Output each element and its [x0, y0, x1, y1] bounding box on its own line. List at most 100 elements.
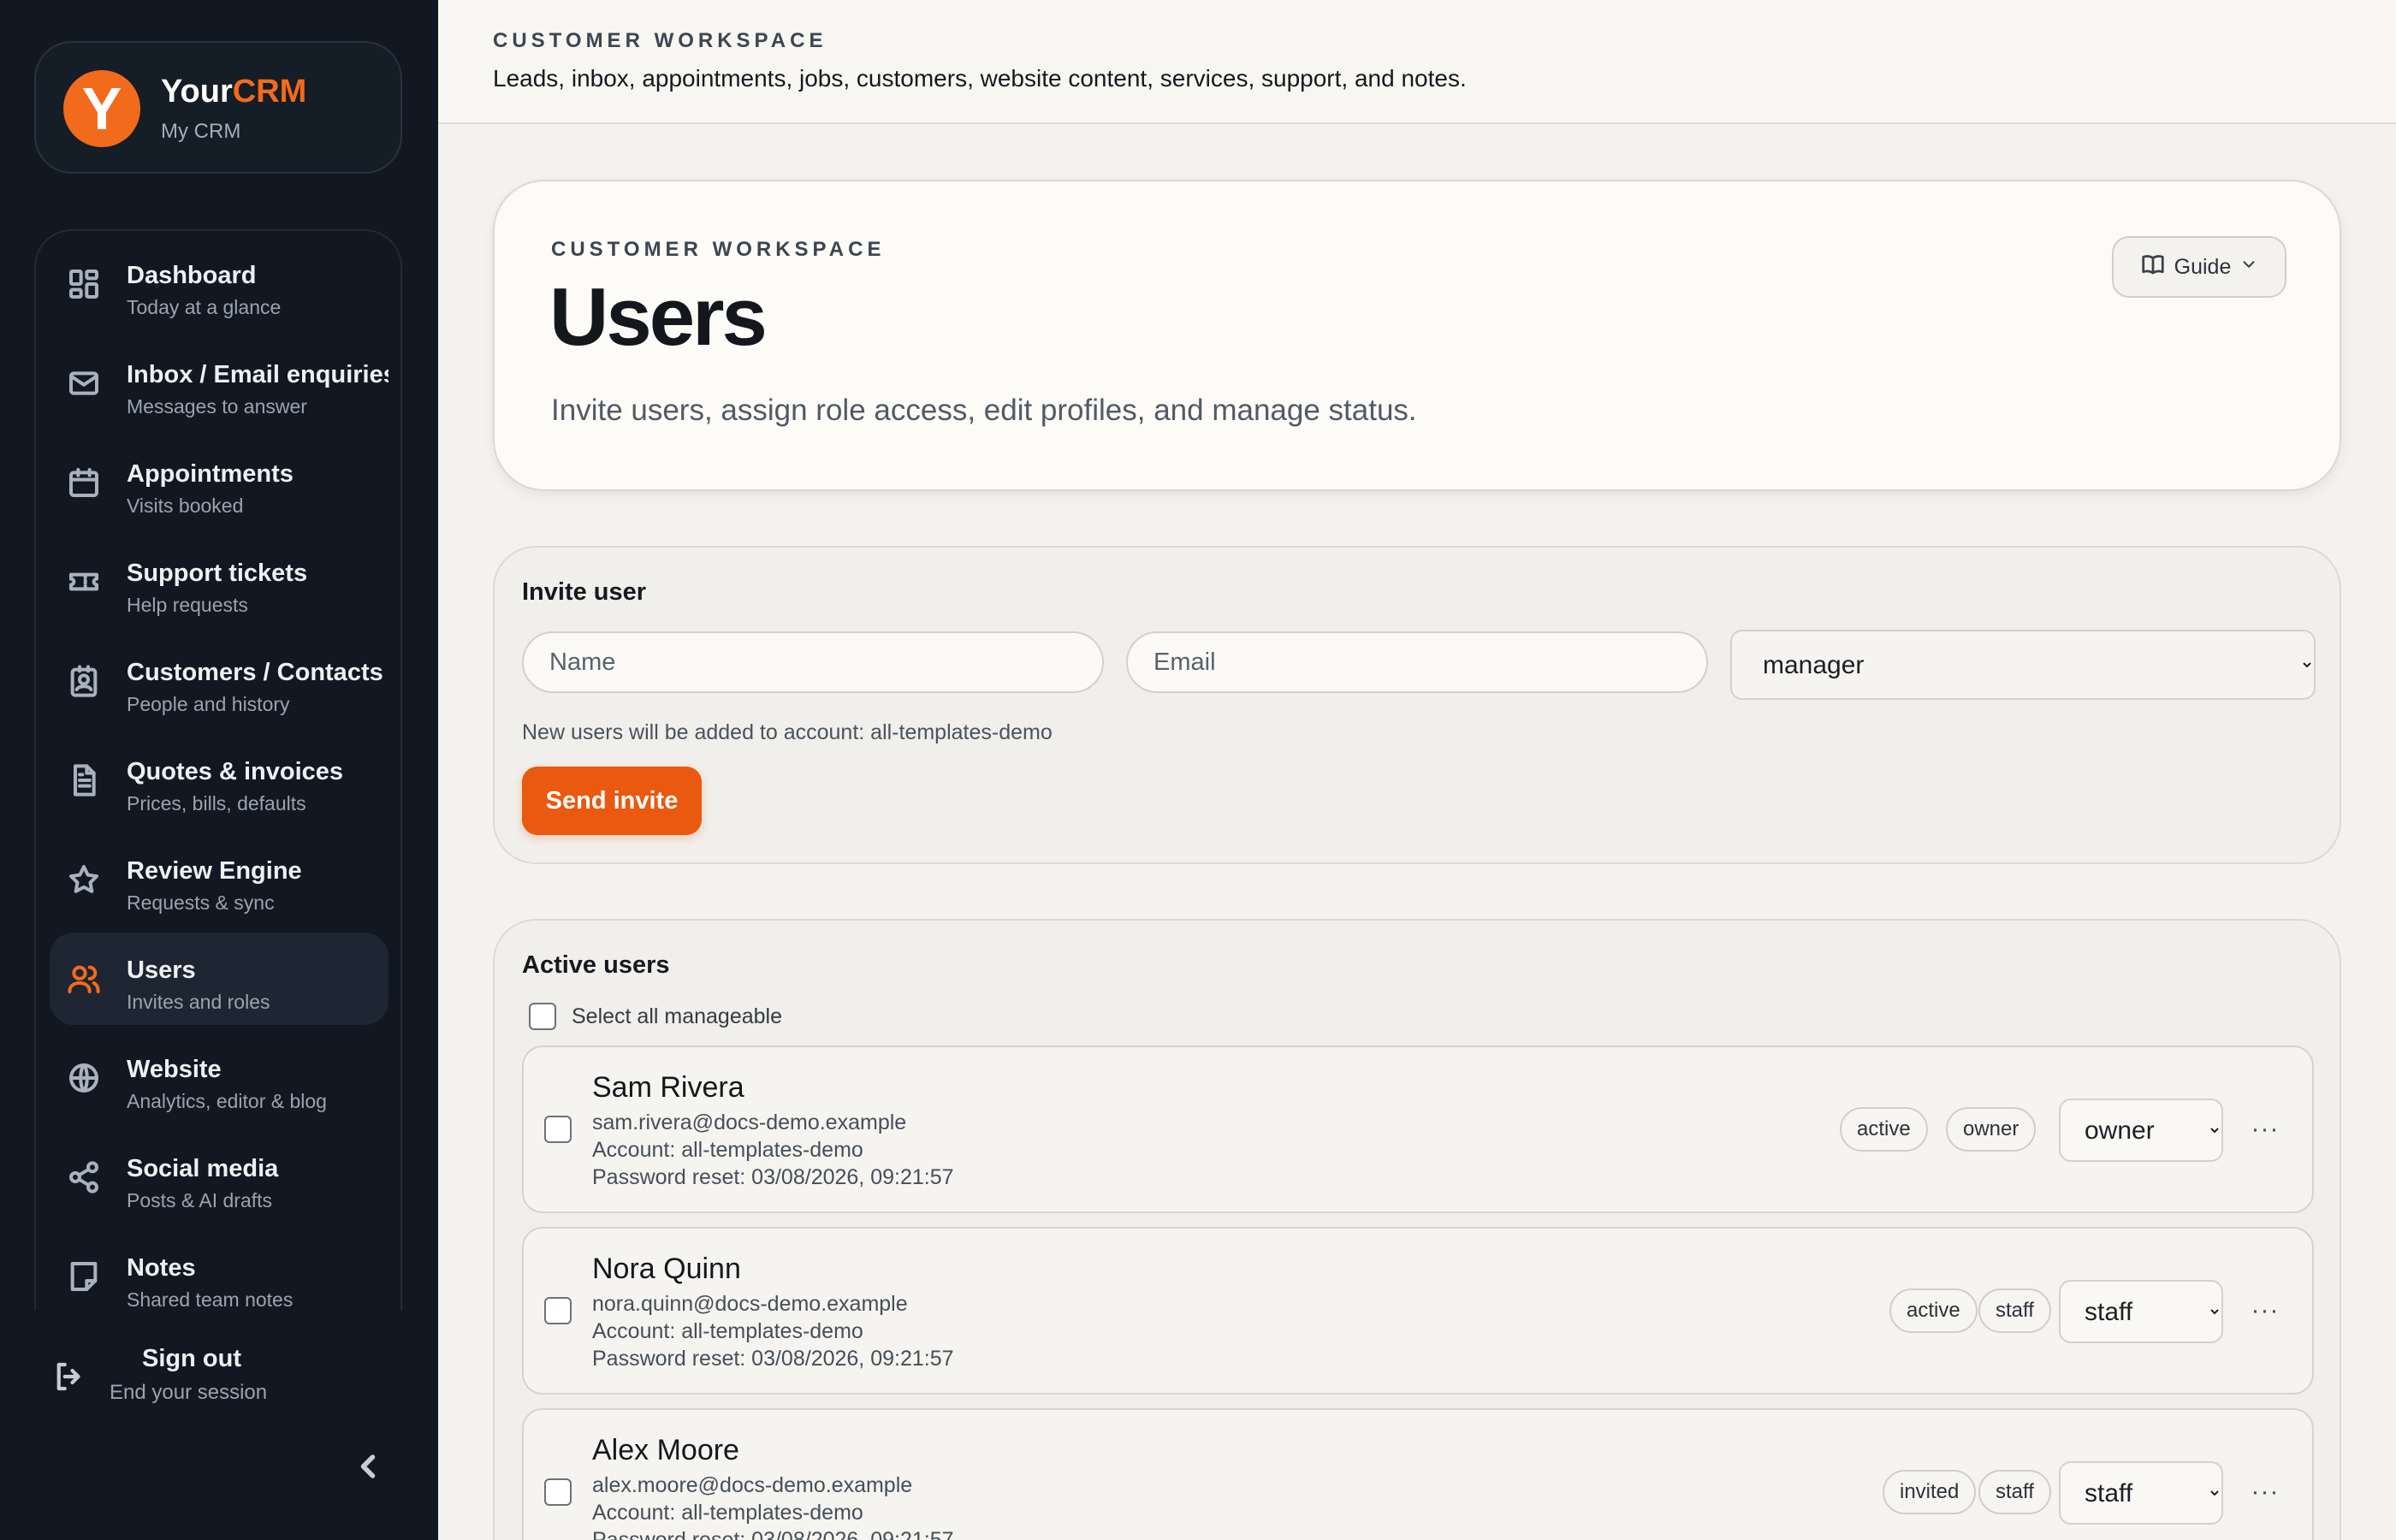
brand-subtitle: My CRM: [161, 120, 241, 143]
sidebar-item-sub: People and history: [127, 693, 290, 715]
note-icon: [67, 1259, 101, 1294]
sidebar-item-quotes[interactable]: Quotes & invoices Prices, bills, default…: [50, 734, 388, 826]
sidebar-item-customers[interactable]: Customers / Contacts People and history: [50, 635, 388, 727]
role-badge: staff: [1978, 1288, 2051, 1333]
status-badge: active: [1840, 1107, 1928, 1152]
user-row-checkbox[interactable]: [544, 1478, 572, 1506]
sidebar-item-label: Quotes & invoices: [127, 758, 344, 785]
select-all-control[interactable]: Select all manageable: [529, 1003, 782, 1030]
sidebar-nav: Dashboard Today at a glance Inbox / Emai…: [34, 229, 402, 1311]
sidebar-item-label: Dashboard: [127, 262, 257, 289]
page-description: Invite users, assign role access, edit p…: [551, 394, 1417, 427]
sidebar-item-label: Website: [127, 1056, 222, 1083]
user-account: Account: all-templates-demo: [592, 1319, 863, 1343]
invite-role-select[interactable]: manager: [1730, 630, 2316, 700]
user-row-checkbox[interactable]: [544, 1297, 572, 1324]
send-invite-button[interactable]: Send invite: [522, 767, 702, 835]
user-email: alex.moore@docs-demo.example: [592, 1473, 913, 1497]
sidebar: Y YourCRM My CRM Dashboard Today at a gl…: [0, 0, 438, 1540]
select-all-label: Select all manageable: [572, 1004, 782, 1028]
header-eyebrow: CUSTOMER WORKSPACE: [493, 29, 827, 52]
active-users-title: Active users: [522, 951, 670, 979]
sidebar-item-inbox[interactable]: Inbox / Email enquiries Messages to answ…: [50, 337, 388, 429]
user-row: Sam Rivera sam.rivera@docs-demo.example …: [522, 1045, 2314, 1213]
sidebar-item-sub: Requests & sync: [127, 891, 275, 914]
sidebar-item-sub: Visits booked: [127, 495, 244, 517]
sidebar-item-users[interactable]: Users Invites and roles: [50, 933, 388, 1025]
user-name: Alex Moore: [592, 1434, 739, 1466]
document-icon: [67, 763, 101, 797]
contact-icon: [67, 664, 101, 698]
user-role-select[interactable]: owner: [2059, 1099, 2223, 1162]
chevron-down-icon: [2239, 255, 2258, 280]
user-row: Alex Moore alex.moore@docs-demo.example …: [522, 1408, 2314, 1540]
signout-sub: End your session: [110, 1381, 268, 1404]
more-actions-icon[interactable]: ···: [2244, 1114, 2286, 1145]
user-role-select[interactable]: staff: [2059, 1461, 2223, 1525]
sidebar-item-dashboard[interactable]: Dashboard Today at a glance: [50, 238, 388, 330]
dashboard-icon: [67, 267, 101, 301]
invite-note: New users will be added to account: all-…: [522, 720, 1053, 744]
hero-eyebrow: CUSTOMER WORKSPACE: [551, 238, 886, 261]
user-name: Sam Rivera: [592, 1071, 744, 1104]
user-email: nora.quinn@docs-demo.example: [592, 1292, 908, 1316]
top-header: CUSTOMER WORKSPACE Leads, inbox, appoint…: [438, 0, 2396, 124]
star-icon: [67, 862, 101, 897]
user-account: Account: all-templates-demo: [592, 1138, 863, 1162]
sidebar-item-label: Customers / Contacts: [127, 659, 383, 686]
invite-email-input[interactable]: [1126, 631, 1708, 693]
sidebar-item-sub: Help requests: [127, 594, 248, 616]
sidebar-item-social[interactable]: Social media Posts & AI drafts: [50, 1131, 388, 1223]
user-password-reset: Password reset: 03/08/2026, 09:21:57: [592, 1347, 954, 1371]
invite-title: Invite user: [522, 578, 647, 606]
user-password-reset: Password reset: 03/08/2026, 09:21:57: [592, 1528, 954, 1540]
signout-label: Sign out: [142, 1345, 241, 1372]
sidebar-item-support[interactable]: Support tickets Help requests: [50, 536, 388, 628]
brand-card[interactable]: Y YourCRM My CRM: [34, 41, 402, 174]
page-hero: CUSTOMER WORKSPACE Users Invite users, a…: [493, 180, 2341, 491]
guide-label: Guide: [2174, 254, 2232, 279]
role-badge: owner: [1946, 1107, 2037, 1152]
signout-button[interactable]: Sign out End your session: [34, 1335, 402, 1412]
status-badge: active: [1889, 1288, 1978, 1333]
page-title: Users: [549, 271, 768, 363]
sidebar-item-label: Social media: [127, 1155, 279, 1182]
user-row: Nora Quinn nora.quinn@docs-demo.example …: [522, 1227, 2314, 1395]
mail-icon: [67, 366, 101, 400]
sidebar-item-label: Review Engine: [127, 857, 302, 885]
users-icon: [67, 962, 101, 996]
user-account: Account: all-templates-demo: [592, 1501, 863, 1525]
brand-logo: Y: [63, 70, 140, 147]
sidebar-item-sub: Analytics, editor & blog: [127, 1090, 327, 1112]
sidebar-item-sub: Invites and roles: [127, 991, 270, 1013]
sidebar-item-sub: Messages to answer: [127, 395, 307, 418]
ticket-icon: [67, 565, 101, 599]
status-badge: invited: [1883, 1470, 1977, 1514]
user-row-checkbox[interactable]: [544, 1116, 572, 1143]
sidebar-item-notes[interactable]: Notes Shared team notes: [50, 1230, 388, 1311]
more-actions-icon[interactable]: ···: [2244, 1295, 2286, 1326]
brand-name: YourCRM: [161, 74, 307, 110]
more-actions-icon[interactable]: ···: [2244, 1477, 2286, 1507]
user-role-select[interactable]: staff: [2059, 1280, 2223, 1343]
sidebar-item-reviews[interactable]: Review Engine Requests & sync: [50, 833, 388, 926]
invite-user-card: Invite user manager New users will be ad…: [493, 546, 2341, 864]
chevron-left-icon: [349, 1454, 387, 1489]
share-icon: [67, 1160, 101, 1194]
invite-name-input[interactable]: [522, 631, 1104, 693]
sidebar-item-label: Appointments: [127, 460, 294, 488]
collapse-sidebar-button[interactable]: [349, 1448, 387, 1485]
user-email: sam.rivera@docs-demo.example: [592, 1111, 907, 1134]
select-all-checkbox[interactable]: [529, 1003, 556, 1030]
sidebar-item-label: Users: [127, 957, 196, 984]
sidebar-item-sub: Today at a glance: [127, 296, 282, 318]
sidebar-item-website[interactable]: Website Analytics, editor & blog: [50, 1032, 388, 1124]
calendar-icon: [67, 465, 101, 500]
sidebar-item-label: Support tickets: [127, 560, 308, 587]
user-password-reset: Password reset: 03/08/2026, 09:21:57: [592, 1165, 954, 1189]
sidebar-item-sub: Posts & AI drafts: [127, 1189, 273, 1211]
guide-button[interactable]: Guide: [2112, 236, 2286, 298]
user-name: Nora Quinn: [592, 1253, 741, 1285]
sidebar-item-appointments[interactable]: Appointments Visits booked: [50, 436, 388, 529]
header-description: Leads, inbox, appointments, jobs, custom…: [493, 65, 1467, 92]
